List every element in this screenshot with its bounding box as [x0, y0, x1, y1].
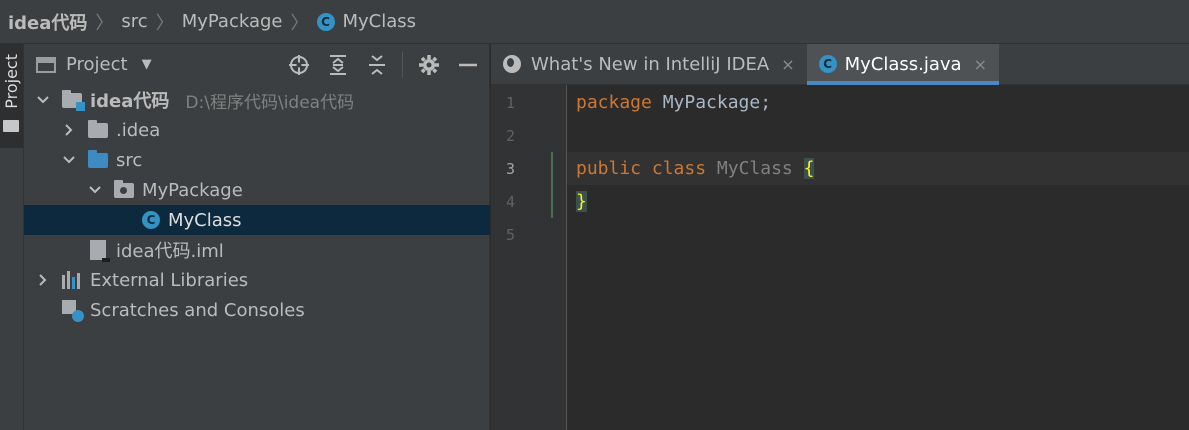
keyword-token: class [651, 158, 707, 179]
tree-item-root[interactable]: idea代码 D:\程序代码\idea代码 [24, 85, 490, 115]
source-folder-icon [88, 149, 108, 168]
chevron-right-icon: 〉 [290, 12, 309, 34]
class-name-token: MyClass [716, 158, 793, 179]
tree-item-package[interactable]: MyPackage [24, 175, 490, 205]
chevron-right-icon[interactable] [36, 274, 50, 286]
class-icon: C [818, 55, 837, 73]
chevron-right-icon[interactable] [62, 124, 76, 136]
code-line-current: public class MyClass { [567, 152, 1189, 185]
breadcrumb-package[interactable]: MyPackage [182, 11, 283, 32]
line-number: 3 [505, 159, 515, 178]
close-icon[interactable]: × [974, 55, 987, 74]
scratches-icon [62, 300, 84, 322]
chevron-down-icon[interactable] [62, 156, 76, 164]
project-view-icon [36, 56, 56, 73]
code-editor[interactable]: package MyPackage; public class MyClass … [567, 85, 1189, 430]
tree-item-label: idea代码.iml [116, 241, 224, 262]
tree-item-iml[interactable]: idea代码.iml [24, 235, 490, 265]
tree-item-scratches[interactable]: Scratches and Consoles [24, 295, 490, 325]
tree-item-path: D:\程序代码\idea代码 [185, 92, 355, 113]
tab-label: What's New in IntelliJ IDEA [531, 53, 770, 75]
project-panel-toolbar [273, 52, 481, 78]
project-tree: idea代码 D:\程序代码\idea代码 .idea src MyPackag… [24, 85, 490, 325]
tree-item-external-libraries[interactable]: External Libraries [24, 265, 490, 295]
left-tool-strip: Project [0, 44, 24, 430]
tree-item-label: Scratches and Consoles [90, 299, 305, 321]
brace-token: { [803, 158, 815, 179]
breadcrumb: idea代码 〉 src 〉 MyPackage 〉 C MyClass [0, 0, 1189, 44]
close-icon[interactable]: × [781, 55, 794, 74]
module-folder-icon [62, 89, 85, 111]
keyword-token: public [576, 158, 642, 179]
package-icon [114, 179, 134, 198]
tree-item-label: idea代码 [90, 91, 170, 112]
tree-item-label: External Libraries [90, 269, 249, 291]
module-file-icon [90, 240, 110, 262]
keyword-token: package [576, 92, 652, 113]
gutter: 1 2 3 4 5 [491, 85, 567, 430]
project-view-selector[interactable]: Project [66, 54, 128, 75]
editor: What's New in IntelliJ IDEA × C MyClass.… [491, 44, 1189, 430]
gear-icon[interactable] [416, 52, 442, 78]
line-number: 5 [505, 225, 515, 244]
class-icon: C [316, 12, 335, 31]
tab-myclass-java[interactable]: C MyClass.java × [806, 44, 1000, 85]
tree-item-idea[interactable]: .idea [24, 115, 490, 145]
project-tool-window-tab[interactable]: Project [0, 44, 23, 148]
vcs-change-marker[interactable] [551, 152, 553, 218]
expand-all-icon[interactable] [325, 52, 351, 78]
editor-tabs: What's New in IntelliJ IDEA × C MyClass.… [491, 44, 1189, 85]
globe-icon [503, 55, 521, 73]
folder-icon [88, 119, 108, 138]
tree-item-label: .idea [116, 119, 161, 141]
code-text: package MyPackage; [567, 92, 771, 113]
locate-file-icon[interactable] [286, 52, 312, 78]
line-number: 4 [505, 192, 515, 211]
code-line: } [567, 185, 1189, 218]
tree-item-src[interactable]: src [24, 145, 490, 175]
chevron-right-icon: 〉 [155, 12, 174, 34]
tree-item-label: MyPackage [142, 179, 243, 201]
project-panel-header: Project ▼ [24, 44, 489, 85]
tree-item-label: src [116, 149, 143, 171]
breadcrumb-src[interactable]: src [121, 11, 147, 32]
breadcrumb-class[interactable]: C MyClass [316, 11, 417, 32]
tree-item-class[interactable]: C MyClass [24, 205, 490, 235]
line-number: 1 [505, 93, 515, 112]
breadcrumb-project[interactable]: idea代码 [8, 9, 87, 35]
tree-item-label: MyClass [168, 209, 242, 231]
project-panel: Project ▼ idea代码 D:\程序代码\idea代码 .idea sr… [24, 44, 490, 430]
code-text: } [567, 191, 587, 212]
code-text: public class MyClass { [567, 158, 815, 179]
folder-icon [3, 120, 19, 132]
library-icon [62, 271, 82, 289]
dropdown-arrow-icon[interactable]: ▼ [142, 57, 152, 72]
project-tab-label: Project [2, 54, 21, 109]
chevron-right-icon: 〉 [95, 12, 114, 34]
collapse-all-icon[interactable] [364, 52, 390, 78]
hide-panel-icon[interactable] [455, 52, 481, 78]
chevron-down-icon[interactable] [36, 96, 50, 104]
tab-whats-new[interactable]: What's New in IntelliJ IDEA × [491, 44, 807, 84]
class-icon: C [142, 211, 160, 229]
code-line: package MyPackage; [567, 86, 1189, 119]
chevron-down-icon[interactable] [88, 186, 102, 194]
brace-token: } [576, 191, 587, 212]
line-number: 2 [505, 126, 515, 145]
code-area: 1 2 3 4 5 package MyPackage; public clas… [491, 85, 1189, 430]
tab-label: MyClass.java [844, 53, 962, 75]
package-token: MyPackage; [651, 92, 772, 113]
breadcrumb-class-label: MyClass [342, 11, 417, 32]
toolbar-divider [402, 52, 403, 78]
